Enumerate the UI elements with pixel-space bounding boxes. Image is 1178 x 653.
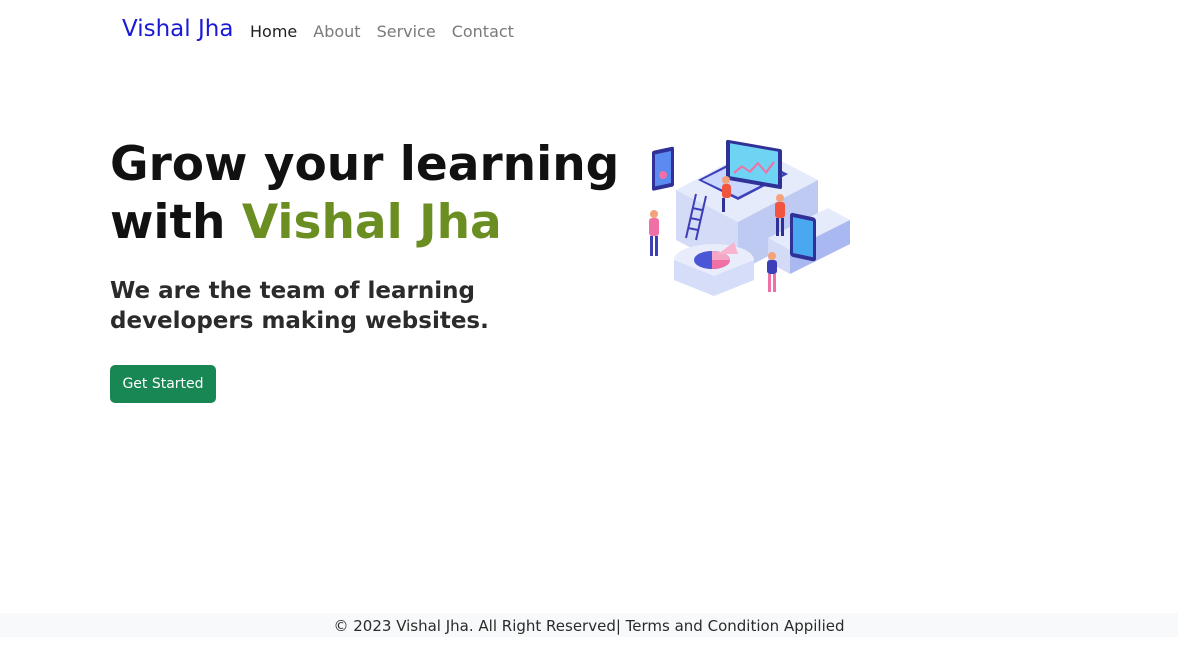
nav-links: Home About Service Contact	[250, 22, 514, 41]
hero-title-line2-prefix: with	[110, 195, 242, 250]
footer: © 2023 Vishal Jha. All Right Reserved| T…	[0, 613, 1178, 637]
get-started-button[interactable]: Get Started	[110, 365, 216, 403]
hero-subtitle: We are the team of learning developers m…	[110, 278, 489, 334]
nav-link-home[interactable]: Home	[250, 22, 297, 41]
hero-title-accent: Vishal Jha	[241, 195, 502, 250]
isometric-team-dashboard-illustration	[649, 139, 850, 296]
nav-link-contact[interactable]: Contact	[452, 22, 514, 41]
footer-copyright: © 2023 Vishal Jha. All Right Reserved| T…	[333, 617, 845, 635]
hero-title-line1: Grow your learning	[110, 137, 620, 192]
navbar: Vishal Jha Home About Service Contact	[0, 0, 1178, 64]
hero-title: Grow your learning with Vishal Jha	[110, 136, 619, 252]
brand-logo-link[interactable]: Vishal Jha	[122, 16, 233, 42]
nav-link-service[interactable]: Service	[377, 22, 436, 41]
nav-link-about[interactable]: About	[313, 22, 360, 41]
